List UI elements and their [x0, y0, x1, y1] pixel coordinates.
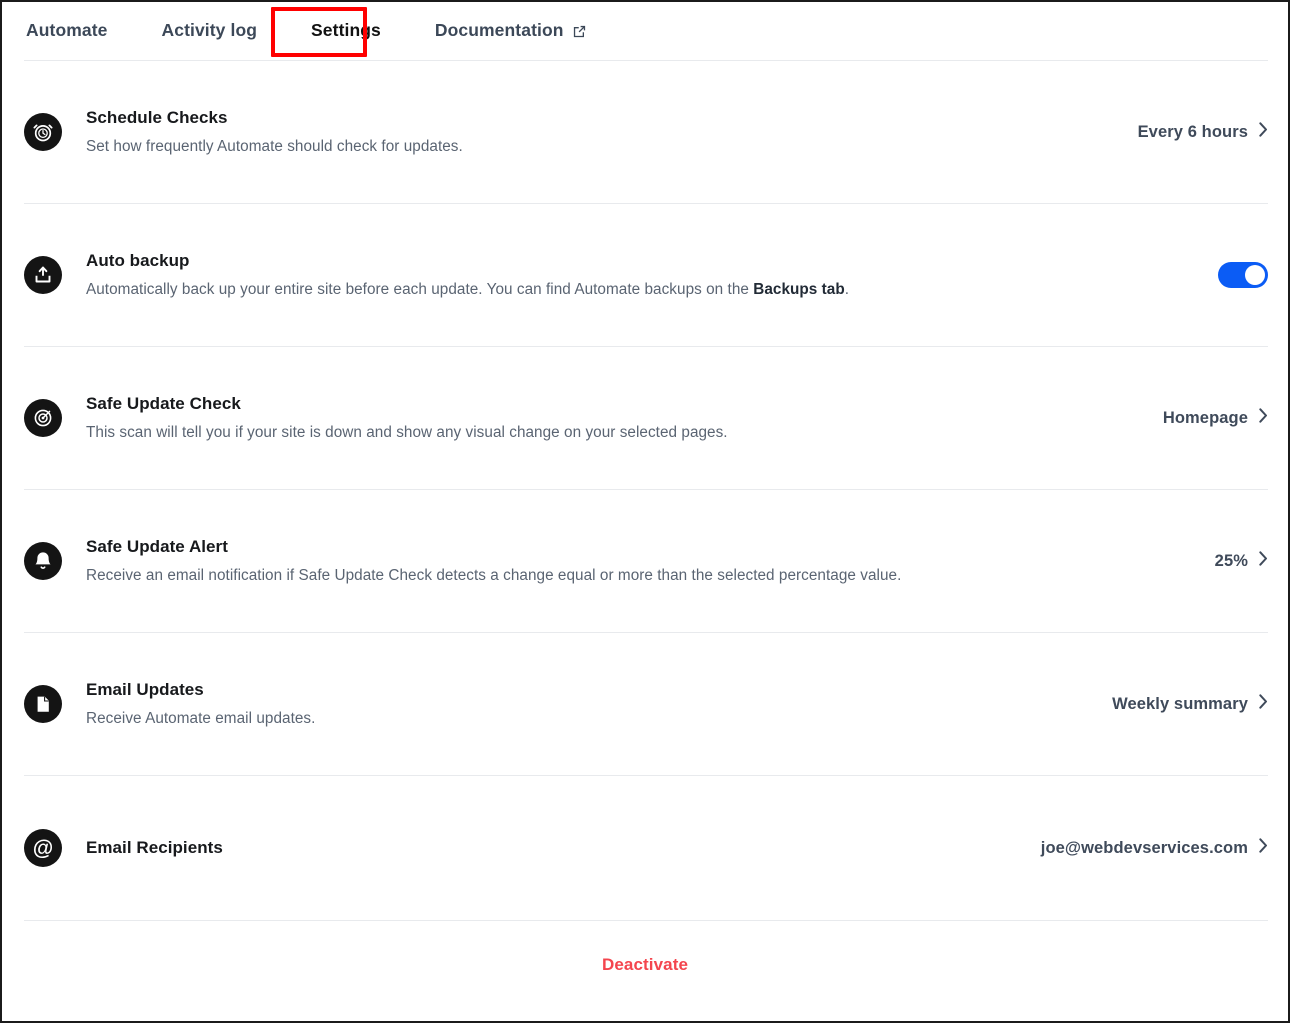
auto-backup-toggle[interactable]	[1218, 262, 1268, 288]
setting-text: Schedule Checks Set how frequently Autom…	[86, 107, 1114, 157]
chevron-right-icon	[1259, 408, 1268, 428]
setting-description: This scan will tell you if your site is …	[86, 424, 728, 442]
setting-title: Email Recipients	[86, 838, 223, 858]
email-recipients-value: joe@webdevservices.com	[1040, 838, 1248, 857]
toggle-knob	[1245, 265, 1265, 285]
tab-documentation[interactable]: Documentation	[433, 19, 589, 43]
backup-upload-icon	[24, 256, 62, 294]
alarm-clock-icon	[24, 113, 62, 151]
setting-row-safe-update-check[interactable]: Safe Update Check This scan will tell yo…	[2, 347, 1288, 489]
setting-text: Safe Update Alert Receive an email notif…	[86, 536, 1191, 586]
setting-text: Auto backup Automatically back up your e…	[86, 250, 1194, 300]
chevron-right-icon	[1259, 551, 1268, 571]
schedule-checks-value-button[interactable]: Every 6 hours	[1114, 122, 1268, 142]
setting-title: Auto backup	[86, 250, 190, 270]
tab-activity-log[interactable]: Activity log	[160, 19, 260, 43]
safe-update-alert-value: 25%	[1214, 551, 1248, 570]
at-sign-icon: @	[24, 829, 62, 867]
setting-text: Safe Update Check This scan will tell yo…	[86, 393, 1139, 443]
setting-row-auto-backup[interactable]: Auto backup Automatically back up your e…	[2, 204, 1288, 346]
setting-row-email-recipients[interactable]: @ Email Recipients joe@webdevservices.co…	[2, 776, 1288, 920]
tab-automate[interactable]: Automate	[24, 19, 110, 43]
safe-update-check-value-button[interactable]: Homepage	[1139, 408, 1268, 428]
tab-settings[interactable]: Settings	[309, 19, 383, 43]
tab-bar: Automate Activity log Settings Documenta…	[2, 2, 1288, 60]
setting-row-schedule-checks[interactable]: Schedule Checks Set how frequently Autom…	[2, 61, 1288, 203]
footer: Deactivate	[2, 921, 1288, 1009]
target-bullseye-icon	[24, 399, 62, 437]
setting-text: Email Updates Receive Automate email upd…	[86, 679, 1088, 729]
setting-description: Automatically back up your entire site b…	[86, 280, 1194, 300]
email-updates-value-button[interactable]: Weekly summary	[1088, 694, 1268, 714]
setting-description: Receive Automate email updates.	[86, 710, 316, 728]
setting-title: Schedule Checks	[86, 107, 228, 127]
chevron-right-icon	[1259, 122, 1268, 142]
setting-description: Receive an email notification if Safe Up…	[86, 567, 902, 585]
setting-description: Set how frequently Automate should check…	[86, 138, 463, 156]
chevron-right-icon	[1259, 694, 1268, 714]
setting-title: Safe Update Alert	[86, 536, 228, 556]
tab-activity-log-label: Activity log	[161, 20, 258, 41]
chevron-right-icon	[1259, 838, 1268, 858]
setting-title: Email Updates	[86, 679, 204, 699]
description-suffix: .	[844, 281, 850, 299]
safe-update-alert-value-button[interactable]: 25%	[1191, 551, 1268, 571]
at-glyph: @	[32, 836, 54, 860]
description-prefix: Automatically back up your entire site b…	[86, 281, 754, 299]
tab-documentation-label: Documentation	[434, 20, 564, 41]
page-inner: Automate Activity log Settings Documenta…	[2, 2, 1288, 1021]
bell-icon	[24, 542, 62, 580]
tab-automate-label: Automate	[26, 20, 108, 41]
tab-settings-label: Settings	[311, 20, 381, 41]
setting-row-email-updates[interactable]: Email Updates Receive Automate email upd…	[2, 633, 1288, 775]
email-recipients-value-button[interactable]: joe@webdevservices.com	[1017, 838, 1268, 858]
backups-tab-link[interactable]: Backups tab	[753, 281, 845, 298]
auto-backup-toggle-wrap[interactable]	[1194, 262, 1268, 288]
external-link-icon	[572, 24, 587, 39]
setting-text: Email Recipients	[86, 837, 1017, 858]
safe-update-check-value: Homepage	[1162, 408, 1248, 427]
schedule-checks-value: Every 6 hours	[1137, 122, 1248, 141]
email-updates-value: Weekly summary	[1112, 694, 1248, 713]
settings-page: Automate Activity log Settings Documenta…	[0, 0, 1290, 1023]
setting-row-safe-update-alert[interactable]: Safe Update Alert Receive an email notif…	[2, 490, 1288, 632]
setting-title: Safe Update Check	[86, 393, 241, 413]
deactivate-button[interactable]: Deactivate	[602, 955, 688, 975]
document-page-icon	[24, 685, 62, 723]
